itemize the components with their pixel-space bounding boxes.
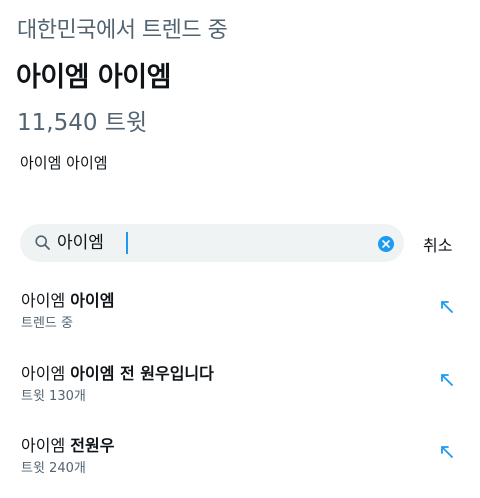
suggestion-subtitle: 트렌드 중	[21, 316, 73, 331]
clear-x-icon	[382, 240, 390, 248]
suggestion-item[interactable]: 아이엠 아이엠 전 원우입니다 트윗 130개	[0, 360, 480, 426]
trend-query: 아이엠 아이엠	[20, 154, 108, 172]
search-box[interactable]	[20, 224, 404, 262]
suggestion-typed-text: 아이엠	[21, 436, 71, 455]
suggestion-subtitle: 트윗 240개	[21, 461, 86, 476]
suggestion-completion-text: 아이엠	[70, 291, 115, 310]
arrow-up-left-icon[interactable]	[440, 444, 454, 458]
suggestion-item[interactable]: 아이엠 아이엠 트렌드 중	[0, 287, 480, 353]
trend-tweet-count: 11,540 트윗	[17, 110, 148, 136]
text-caret	[126, 232, 128, 254]
arrow-up-left-icon[interactable]	[440, 372, 454, 386]
cancel-button[interactable]: 취소	[423, 232, 452, 256]
suggestion-title: 아이엠 전원우	[21, 432, 114, 456]
arrow-up-left-icon[interactable]	[440, 299, 454, 313]
suggestion-completion-text: 아이엠 전 원우입니다	[70, 364, 214, 383]
trend-header: 대한민국에서 트렌드 중 아이엠 아이엠 11,540 트윗 아이엠 아이엠	[0, 0, 480, 200]
search-input[interactable]	[57, 224, 357, 262]
suggestion-subtitle: 트윗 130개	[21, 389, 86, 404]
trend-title[interactable]: 아이엠 아이엠	[16, 55, 171, 94]
clear-search-button[interactable]	[378, 236, 394, 252]
suggestion-completion-text: 전원우	[70, 436, 115, 455]
suggestion-typed-text: 아이엠	[21, 364, 71, 383]
trend-context: 대한민국에서 트렌드 중	[17, 18, 228, 43]
suggestion-title: 아이엠 아이엠	[21, 287, 114, 311]
search-icon	[35, 235, 50, 250]
suggestion-typed-text: 아이엠	[21, 291, 71, 310]
suggestion-title: 아이엠 아이엠 전 원우입니다	[21, 360, 214, 384]
suggestion-item[interactable]: 아이엠 전원우 트윗 240개	[0, 432, 480, 498]
